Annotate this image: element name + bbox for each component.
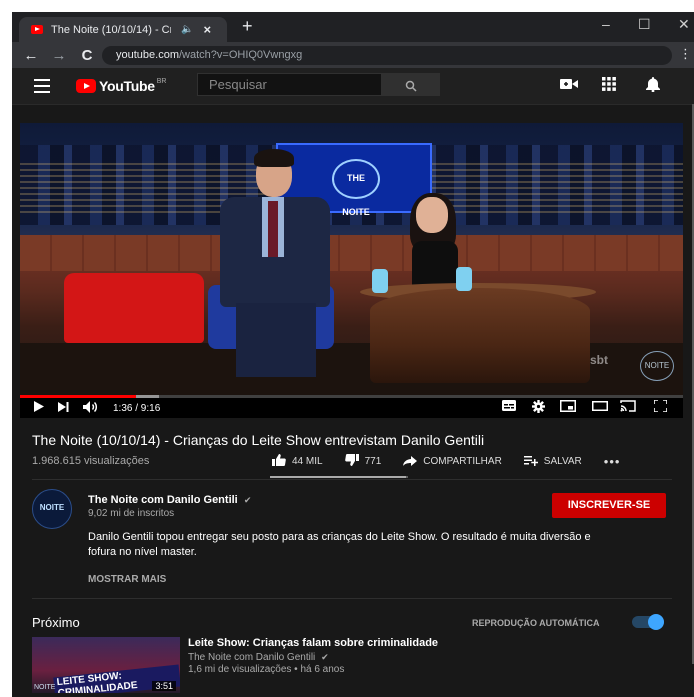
volume-icon[interactable] [83, 400, 99, 416]
forward-button[interactable]: → [50, 47, 68, 64]
address-bar-row: ← → C youtube.com/watch?v=OHIQ0Vwngxg ⋮ [12, 42, 694, 68]
video-frame: THE NOITE sbt NOITE [20, 123, 683, 395]
like-button[interactable]: 44 MIL [272, 454, 323, 469]
channel-name-row[interactable]: The Noite com Danilo Gentili ✔ [88, 494, 251, 506]
search-input[interactable]: Pesquisar [197, 73, 382, 96]
add-to-playlist-icon [523, 455, 539, 469]
divider [32, 479, 672, 480]
subscriber-count: 9,02 mi de inscritos [88, 508, 175, 519]
save-label: SALVAR [543, 456, 582, 467]
cup [372, 269, 388, 293]
close-tab-icon[interactable]: × [203, 22, 211, 37]
video-player[interactable]: THE NOITE sbt NOITE 1:36 / 9:16 [20, 123, 683, 418]
close-window-button[interactable]: ✕ [678, 16, 690, 33]
browser-window: The Noite (10/10/14) - Crian 🔈 × + – ☐ ✕… [12, 12, 694, 697]
apps-grid-icon[interactable] [602, 77, 616, 94]
next-video-thumbnail[interactable]: LEITE SHOW: CRIMINALIDADE NOITE 3:51 [32, 637, 180, 693]
host-figure [210, 149, 330, 381]
like-ratio-bar [270, 476, 408, 478]
autoplay-label: REPRODUÇÃO AUTOMÁTICA [472, 618, 600, 628]
reload-button[interactable]: C [78, 47, 96, 64]
view-count: 1.968.615 visualizações [32, 455, 150, 467]
show-logo: THE NOITE [332, 159, 380, 217]
minimize-button[interactable]: – [602, 16, 610, 32]
tab-strip: The Noite (10/10/14) - Crian 🔈 × + – ☐ ✕ [12, 12, 694, 42]
noite-watermark: NOITE [640, 351, 674, 381]
youtube-logo[interactable]: YouTube BR [76, 78, 166, 94]
dislike-button[interactable]: 771 [344, 454, 382, 469]
player-controls: 1:36 / 9:16 [20, 398, 683, 418]
next-icon[interactable] [58, 401, 69, 415]
next-video-title[interactable]: Leite Show: Crianças falam sobre crimina… [188, 637, 438, 649]
bell-icon[interactable] [646, 77, 660, 95]
share-button[interactable]: COMPARTILHAR [403, 455, 502, 469]
video-description: Danilo Gentili topou entregar seu posto … [88, 531, 591, 558]
browser-menu-button[interactable]: ⋮ [679, 46, 692, 62]
thumbnail-logo: NOITE [34, 684, 56, 691]
like-count: 44 MIL [292, 456, 323, 467]
search-icon [405, 80, 417, 92]
time-display: 1:36 / 9:16 [113, 402, 161, 414]
youtube-play-icon [76, 79, 96, 93]
settings-gear-icon[interactable] [532, 400, 545, 416]
url-field[interactable]: youtube.com/watch?v=OHIQ0Vwngxg [102, 46, 672, 65]
up-next-heading: Próximo [32, 615, 80, 630]
divider [32, 598, 672, 599]
save-button[interactable]: SALVAR [523, 455, 582, 469]
verified-check-icon: ✔ [243, 495, 252, 505]
show-more-button[interactable]: MOSTRAR MAIS [88, 574, 166, 585]
speaker-icon[interactable]: 🔈 [181, 24, 193, 35]
sbt-watermark: sbt [590, 353, 608, 367]
next-video-meta: 1,6 mi de visualizações • há 6 anos [188, 664, 345, 675]
browser-tab[interactable]: The Noite (10/10/14) - Crian 🔈 × [19, 17, 227, 42]
url-host: youtube.com [116, 49, 179, 61]
cup [456, 267, 472, 291]
miniplayer-icon[interactable] [560, 400, 576, 415]
menu-hamburger-icon[interactable] [34, 79, 50, 97]
studio-desk [370, 288, 590, 383]
video-duration: 3:51 [152, 681, 176, 691]
next-video-channel-row[interactable]: The Noite com Danilo Gentili ✔ [188, 652, 329, 663]
subtitles-icon[interactable] [502, 400, 516, 414]
thumbs-up-icon [272, 454, 286, 469]
autoplay-toggle[interactable] [632, 614, 664, 630]
toggle-knob [648, 614, 664, 630]
share-label: COMPARTILHAR [423, 456, 502, 467]
tab-title: The Noite (10/10/14) - Crian [51, 23, 171, 36]
thumbs-down-icon [344, 454, 359, 469]
channel-name: The Noite com Danilo Gentili [88, 494, 238, 506]
region-code: BR [156, 78, 167, 85]
video-title: The Noite (10/10/14) - Crianças do Leite… [32, 432, 485, 448]
video-actions: 44 MIL 771 COMPARTILHAR SALVAR ••• [272, 454, 620, 469]
like-ratio-fill [270, 476, 406, 478]
fullscreen-icon[interactable] [653, 399, 668, 415]
youtube-favicon-icon [31, 25, 43, 34]
search-button[interactable] [382, 73, 440, 96]
new-tab-button[interactable]: + [242, 16, 253, 37]
verified-check-icon: ✔ [321, 652, 329, 662]
share-arrow-icon [403, 455, 418, 469]
more-actions-button[interactable]: ••• [604, 454, 621, 469]
play-icon[interactable] [34, 401, 44, 415]
brick-wall [20, 235, 683, 271]
dislike-count: 771 [364, 456, 382, 467]
cast-icon[interactable] [620, 400, 636, 415]
subscribe-button[interactable]: INSCREVER-SE [552, 493, 666, 518]
next-video-channel: The Noite com Danilo Gentili [188, 652, 316, 663]
red-armchair [64, 273, 204, 343]
theater-mode-icon[interactable] [592, 400, 608, 414]
channel-avatar[interactable]: NOITE [32, 489, 72, 529]
youtube-header: YouTube BR Pesquisar [12, 68, 694, 105]
youtube-wordmark: YouTube [99, 78, 155, 94]
maximize-button[interactable]: ☐ [638, 16, 651, 33]
video-camera-icon[interactable] [560, 77, 578, 93]
url-path: /watch?v=OHIQ0Vwngxg [178, 49, 303, 61]
back-button[interactable]: ← [22, 47, 40, 64]
